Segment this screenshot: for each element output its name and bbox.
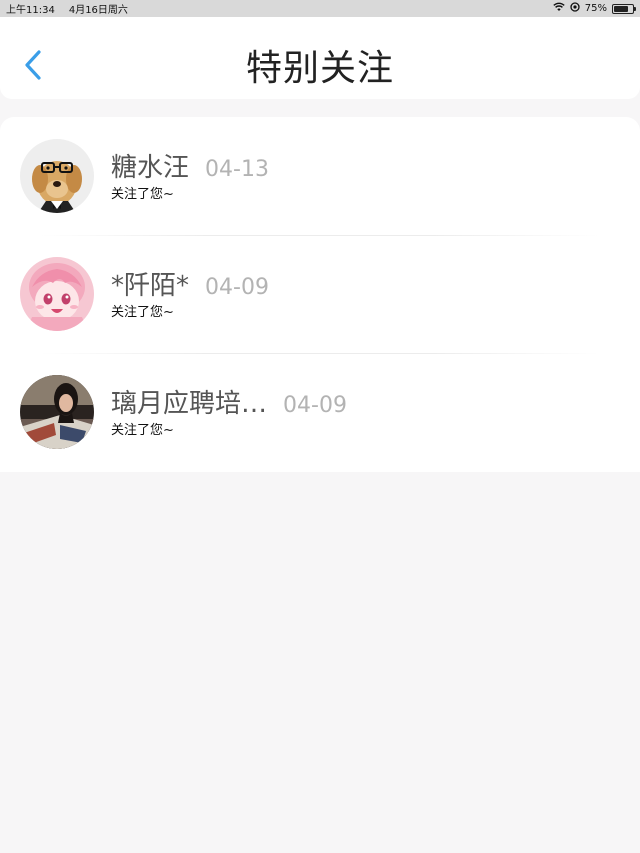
location-icon (570, 2, 580, 15)
item-name: *阡陌* (111, 271, 190, 301)
avatar[interactable] (20, 375, 94, 449)
item-date: 04-09 (205, 275, 269, 300)
header: 特别关注 (0, 17, 640, 99)
status-date: 4月16日周六 (68, 5, 128, 16)
item-subtitle: 关注了您~ (111, 187, 174, 202)
battery-percent: 75% (584, 3, 607, 14)
list-item[interactable]: *阡陌* 04-09 关注了您~ (0, 235, 640, 353)
item-name: 糖水汪 (111, 153, 190, 183)
wifi-icon (553, 2, 565, 15)
item-subtitle: 关注了您~ (111, 423, 174, 438)
follow-list: 糖水汪 04-13 关注了您~ *阡陌* 04-09 关注了您~ 璃月应聘培… … (0, 117, 640, 472)
status-time: 上午11:34 (6, 5, 55, 16)
battery-icon (612, 3, 636, 14)
name-row: *阡陌* 04-09 (111, 265, 269, 302)
avatar[interactable] (20, 139, 94, 213)
status-left: 上午11:34 4月16日周六 (6, 1, 128, 16)
status-right: 75% (553, 2, 636, 15)
page-title: 特别关注 (245, 48, 394, 89)
status-bar: 上午11:34 4月16日周六 75% (0, 0, 640, 17)
avatar[interactable] (20, 257, 94, 331)
name-row: 糖水汪 04-13 (111, 147, 269, 184)
item-name: 璃月应聘培… (111, 389, 268, 419)
name-row: 璃月应聘培… 04-09 (111, 383, 347, 420)
list-item[interactable]: 璃月应聘培… 04-09 关注了您~ (0, 353, 640, 471)
list-item[interactable]: 糖水汪 04-13 关注了您~ (0, 117, 640, 235)
item-date: 04-09 (283, 393, 347, 418)
item-date: 04-13 (205, 157, 269, 182)
item-subtitle: 关注了您~ (111, 305, 174, 320)
battery-fill (614, 5, 628, 12)
